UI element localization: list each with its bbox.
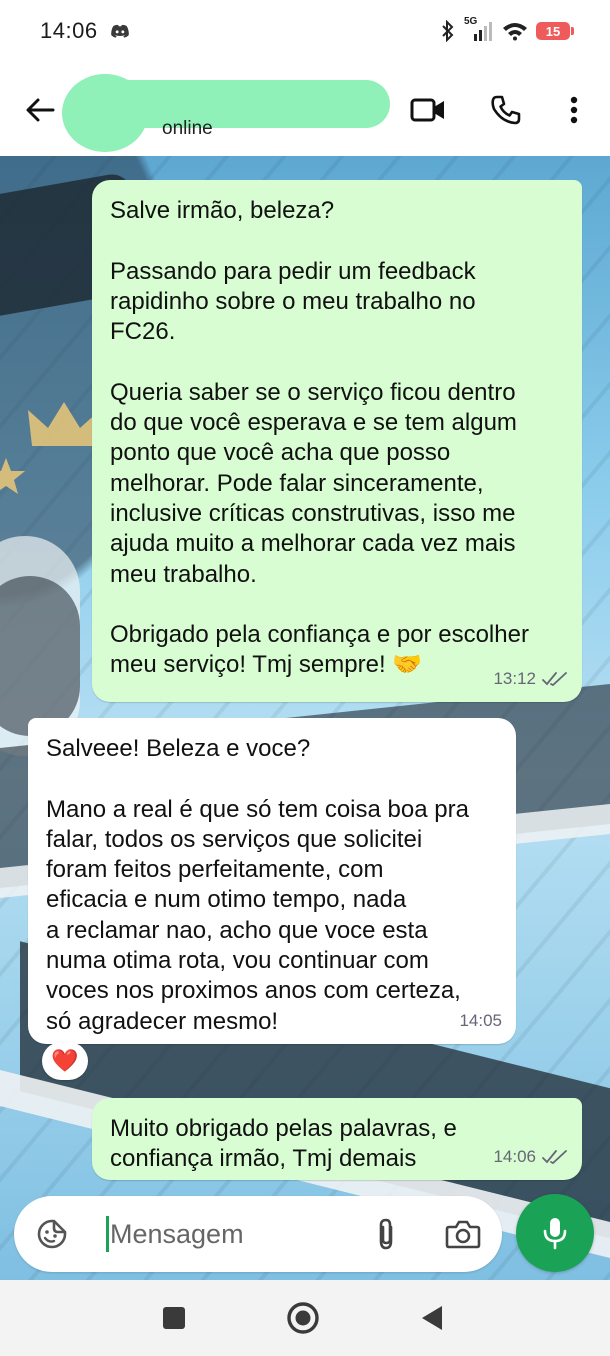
attach-icon [379, 1218, 393, 1250]
back-triangle-icon [422, 1306, 442, 1330]
home-button[interactable] [283, 1298, 323, 1338]
message-meta: 13:12 [493, 664, 568, 694]
double-check-icon [542, 1149, 567, 1164]
recents-square-icon [163, 1307, 185, 1329]
message-bubble-incoming[interactable]: Salveee! Beleza e voce? Mano a real é qu… [28, 718, 516, 1044]
camera-button[interactable] [444, 1216, 482, 1252]
back-arrow-icon [26, 98, 55, 122]
message-time: 14:06 [493, 1146, 536, 1166]
status-bar: 14:06 5G 15 [0, 0, 610, 62]
text-caret [106, 1216, 109, 1252]
voice-call-button[interactable] [488, 94, 524, 126]
sticker-icon [37, 1219, 67, 1249]
star-icon [0, 458, 25, 494]
message-bubble-outgoing[interactable]: Salve irmão, beleza? Passando para pedir… [92, 180, 582, 702]
signal-icon: 5G [464, 16, 494, 42]
camera-icon [445, 1220, 481, 1249]
video-call-icon [410, 98, 444, 122]
battery-icon: 15 [536, 22, 574, 40]
discord-icon [110, 24, 129, 38]
recents-button[interactable] [154, 1298, 194, 1338]
status-time: 14:06 [40, 18, 98, 43]
more-vert-icon [570, 96, 578, 124]
mic-button[interactable] [516, 1194, 594, 1272]
message-time: 14:05 [459, 1010, 502, 1030]
attach-button[interactable] [370, 1216, 402, 1252]
wifi-icon [503, 23, 527, 41]
message-bubble-outgoing[interactable]: Muito obrigado pelas palavras, e confian… [92, 1098, 582, 1180]
chat-header: online [0, 62, 610, 156]
contact-name-redacted[interactable] [88, 80, 390, 128]
bluetooth-icon [442, 20, 454, 42]
battery-level: 15 [545, 23, 561, 39]
message-meta: 14:05 [459, 1006, 502, 1036]
back-button[interactable] [22, 92, 58, 128]
home-circle-icon [287, 1302, 319, 1334]
video-call-button[interactable] [410, 94, 446, 126]
mic-icon [543, 1218, 567, 1250]
sticker-button[interactable] [34, 1216, 70, 1252]
message-meta: 14:06 [493, 1142, 568, 1172]
contact-status: online [162, 118, 213, 139]
message-reaction[interactable]: ❤️ [42, 1042, 88, 1080]
message-composer [14, 1196, 502, 1272]
heart-icon: ❤️ [51, 1048, 79, 1073]
message-text: Salve irmão, beleza? Passando para pedir… [110, 197, 529, 679]
message-time: 13:12 [493, 668, 536, 688]
more-options-button[interactable] [556, 94, 592, 126]
message-input[interactable] [110, 1212, 360, 1256]
double-check-icon [542, 671, 567, 686]
back-nav-button[interactable] [412, 1298, 452, 1338]
message-text: Salveee! Beleza e voce? Mano a real é qu… [46, 735, 469, 1035]
phone-icon [491, 95, 521, 125]
system-nav-bar [0, 1280, 610, 1356]
